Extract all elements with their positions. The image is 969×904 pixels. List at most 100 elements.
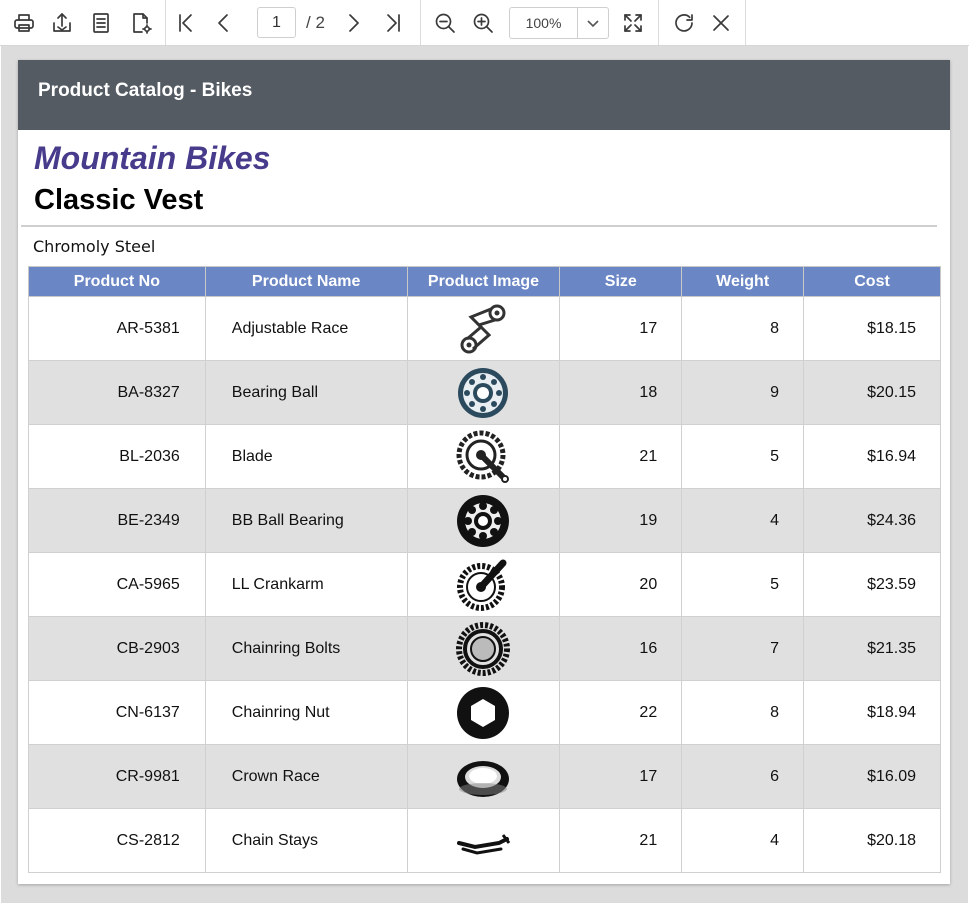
subcategory-title: Classic Vest [34, 184, 204, 216]
weight-cell: 9 [681, 360, 805, 425]
chain-stay-icon [455, 832, 511, 855]
product-name-cell: Chainring Bolts [204, 616, 408, 681]
chainring-icon [455, 621, 511, 676]
cost-cell: $24.36 [803, 488, 941, 553]
column-header-product-no: Product No [28, 266, 206, 297]
product-image-cell [406, 424, 561, 489]
cost-cell: $18.94 [803, 680, 941, 745]
table-row: BE-2349 BB Ball Bearing 19 4 $24.36 [28, 488, 941, 553]
size-cell: 21 [559, 424, 683, 489]
size-cell: 18 [559, 360, 683, 425]
chain-icon [455, 304, 511, 353]
product-name-cell: Bearing Ball [204, 360, 408, 425]
size-cell: 16 [559, 616, 683, 681]
refresh-icon[interactable] [668, 7, 700, 39]
export-icon[interactable] [46, 7, 78, 39]
product-no-cell: BE-2349 [28, 488, 206, 553]
weight-cell: 8 [681, 680, 805, 745]
column-header-cost: Cost [803, 266, 941, 297]
cost-cell: $18.15 [803, 296, 941, 361]
product-name-cell: Chain Stays [204, 808, 408, 873]
product-no-cell: AR-5381 [28, 296, 206, 361]
report-header: Product Catalog - Bikes [18, 60, 950, 130]
product-no-cell: CS-2812 [28, 808, 206, 873]
product-image-cell [406, 616, 561, 681]
previous-page-icon[interactable] [208, 7, 240, 39]
product-name-cell: Chainring Nut [204, 680, 408, 745]
cost-cell: $21.35 [803, 616, 941, 681]
column-header-weight: Weight [681, 266, 805, 297]
fit-page-icon[interactable] [617, 7, 649, 39]
product-name-cell: Blade [204, 424, 408, 489]
viewer-toolbar: 1 / 2 100% [0, 0, 969, 46]
chevron-down-icon[interactable] [578, 8, 608, 38]
last-page-icon[interactable] [377, 7, 409, 39]
table-row: CA-5965 LL Crankarm 20 5 $23.59 [28, 552, 941, 617]
column-header-size: Size [559, 266, 683, 297]
page-number-input[interactable]: 1 [257, 7, 296, 38]
ball-bearing-icon [455, 494, 511, 547]
report-viewer[interactable]: Product Catalog - Bikes Mountain Bikes C… [1, 46, 968, 903]
product-no-cell: CR-9981 [28, 744, 206, 809]
table-row: CS-2812 Chain Stays 21 4 $20.18 [28, 808, 941, 873]
report-page: Product Catalog - Bikes Mountain Bikes C… [18, 60, 950, 884]
zoom-value: 100% [510, 8, 578, 38]
crankset-icon [455, 430, 511, 483]
weight-cell: 6 [681, 744, 805, 809]
cost-cell: $16.09 [803, 744, 941, 809]
settings-icon[interactable] [125, 7, 157, 39]
close-icon[interactable] [705, 7, 737, 39]
page-setup-icon[interactable] [85, 7, 117, 39]
product-no-cell: CN-6137 [28, 680, 206, 745]
table-row: AR-5381 Adjustable Race 17 8 $18.15 [28, 296, 941, 361]
cost-cell: $20.15 [803, 360, 941, 425]
table-row: BL-2036 Blade 21 5 $16.94 [28, 424, 941, 489]
product-no-cell: CA-5965 [28, 552, 206, 617]
cost-cell: $20.18 [803, 808, 941, 873]
table-row: BA-8327 Bearing Ball 18 9 $20.15 [28, 360, 941, 425]
bearing-icon [455, 367, 511, 418]
product-name-cell: BB Ball Bearing [204, 488, 408, 553]
first-page-icon[interactable] [170, 7, 202, 39]
crankarm-icon [455, 559, 511, 611]
size-cell: 17 [559, 296, 683, 361]
product-image-cell [406, 552, 561, 617]
table-row: CN-6137 Chainring Nut 22 8 $18.94 [28, 680, 941, 745]
product-image-cell [406, 488, 561, 553]
size-cell: 19 [559, 488, 683, 553]
product-name-cell: Crown Race [204, 744, 408, 809]
zoom-select[interactable]: 100% [509, 7, 609, 39]
zoom-in-icon[interactable] [467, 7, 499, 39]
print-icon[interactable] [8, 7, 40, 39]
column-header-product-name: Product Name [204, 266, 408, 297]
zoom-out-icon[interactable] [429, 7, 461, 39]
weight-cell: 7 [681, 616, 805, 681]
product-no-cell: BA-8327 [28, 360, 206, 425]
product-no-cell: BL-2036 [28, 424, 206, 489]
hex-nut-icon [455, 686, 511, 739]
weight-cell: 4 [681, 808, 805, 873]
product-image-cell [406, 296, 561, 361]
product-image-cell [406, 680, 561, 745]
product-image-cell [406, 360, 561, 425]
page-count-label: / 2 [306, 13, 325, 32]
weight-cell: 4 [681, 488, 805, 553]
size-cell: 17 [559, 744, 683, 809]
table-row: CB-2903 Chainring Bolts 16 7 $21.35 [28, 616, 941, 681]
crown-race-icon [455, 760, 511, 797]
cost-cell: $16.94 [803, 424, 941, 489]
next-page-icon[interactable] [337, 7, 369, 39]
weight-cell: 5 [681, 552, 805, 617]
product-no-cell: CB-2903 [28, 616, 206, 681]
size-cell: 21 [559, 808, 683, 873]
product-name-cell: LL Crankarm [204, 552, 408, 617]
table-header-row: Product No Product Name Product Image Si… [28, 266, 941, 297]
column-header-product-image: Product Image [406, 266, 561, 297]
size-cell: 22 [559, 680, 683, 745]
weight-cell: 5 [681, 424, 805, 489]
table-row: CR-9981 Crown Race 17 6 $16.09 [28, 744, 941, 809]
size-cell: 20 [559, 552, 683, 617]
product-name-cell: Adjustable Race [204, 296, 408, 361]
product-table: Product No Product Name Product Image Si… [28, 266, 941, 873]
weight-cell: 8 [681, 296, 805, 361]
